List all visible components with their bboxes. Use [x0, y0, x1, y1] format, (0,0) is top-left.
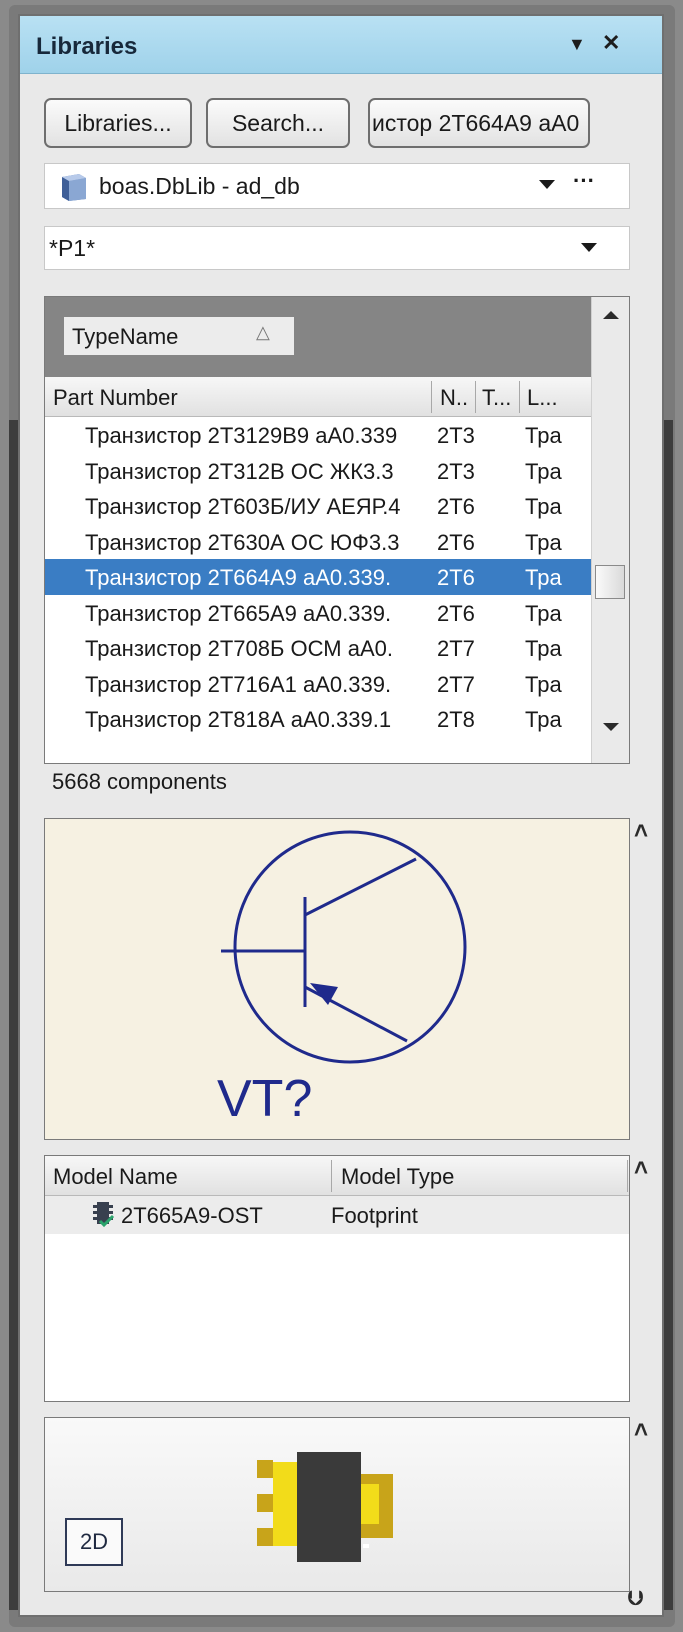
component-count: 5668 components — [52, 769, 227, 794]
window-edge-left — [9, 420, 18, 1610]
part-number-cell: Транзистор 2Т716А1 аА0.339. — [85, 671, 392, 697]
column-divider[interactable] — [519, 381, 520, 413]
library-cell: Тра — [525, 494, 562, 519]
footprint-preview: 2D — [44, 1417, 630, 1592]
database-icon — [62, 174, 86, 201]
model-name: 2Т665А9-OST — [121, 1203, 263, 1228]
search-field[interactable]: истор 2Т664А9 аА0 — [368, 98, 590, 148]
list-item[interactable]: Транзистор 2Т708Б ОСМ аА0. 2Т7 Тра — [45, 630, 591, 666]
group-by-area: TypeName △ — [45, 297, 591, 377]
scrollbar-thumb[interactable] — [595, 565, 625, 599]
more-options-button[interactable]: ··· — [573, 168, 595, 194]
part-number-cell: Транзистор 2Т3129В9 аА0.339 — [85, 423, 398, 448]
panel-titlebar[interactable]: Libraries ▼ ✕ — [20, 16, 662, 74]
n-cell: 2Т6 — [437, 494, 475, 519]
library-cell: Тра — [525, 671, 562, 697]
scroll-down-icon[interactable] — [603, 723, 619, 731]
n-cell: 2Т8 — [437, 707, 475, 732]
chevron-down-icon[interactable] — [581, 243, 597, 252]
library-cell: Тра — [525, 707, 562, 732]
n-cell: 2Т3 — [437, 423, 475, 448]
column-model-name[interactable]: Model Name — [53, 1164, 178, 1190]
filter-select-value: *P1* — [49, 235, 96, 261]
group-by-chip[interactable]: TypeName △ — [64, 317, 294, 355]
column-divider[interactable] — [475, 381, 476, 413]
n-cell: 2Т6 — [437, 565, 475, 590]
symbol-preview: VT? — [44, 818, 630, 1140]
n-cell: 2Т6 — [437, 529, 475, 555]
library-cell: Тра — [525, 423, 562, 448]
library-cell: Тра — [525, 636, 562, 661]
list-item[interactable]: Транзистор 2Т818А аА0.339.1 2Т8 Тра — [45, 701, 591, 737]
transistor-symbol: VT? — [217, 830, 467, 1128]
list-item[interactable]: Транзистор 2Т664А9 аА0.339. 2Т6 Тра — [45, 559, 591, 595]
n-cell: 2Т3 — [437, 458, 475, 484]
part-number-cell: Транзистор 2Т630А ОС ЮФ3.3 — [85, 529, 400, 555]
column-t[interactable]: T... — [482, 385, 511, 411]
library-select[interactable]: boas.DbLib - ad_db ··· — [44, 163, 630, 209]
column-n[interactable]: N.. — [440, 385, 468, 411]
list-item[interactable]: Транзистор 2Т312В ОС ЖК3.3 2Т3 Тра — [45, 453, 591, 489]
n-cell: 2Т7 — [437, 671, 475, 697]
footprint-model-icon — [93, 1202, 115, 1228]
collapse-up-icon[interactable]: ˄ — [634, 1417, 648, 1445]
scroll-more-down-icon[interactable]: ⮋ — [628, 1588, 643, 1611]
column-divider[interactable] — [431, 381, 432, 413]
n-cell: 2Т7 — [437, 636, 475, 661]
list-item[interactable]: Транзистор 2Т603Б/ИУ АЕЯР.4 2Т6 Тра — [45, 488, 591, 524]
library-cell: Тра — [525, 529, 562, 555]
column-part-number[interactable]: Part Number — [53, 385, 178, 411]
library-cell: Тра — [525, 600, 562, 626]
model-row[interactable]: 2Т665А9-OST Footprint — [45, 1196, 629, 1234]
part-number-cell: Транзистор 2Т603Б/ИУ АЕЯР.4 — [85, 494, 401, 519]
scroll-up-icon[interactable] — [603, 311, 619, 319]
close-icon[interactable]: ✕ — [602, 30, 620, 56]
column-l[interactable]: L... — [527, 385, 558, 411]
designator-label: VT? — [217, 1070, 312, 1128]
list-item[interactable]: Транзистор 2Т665А9 аА0.339. 2Т6 Тра — [45, 595, 591, 631]
filter-select[interactable]: *P1* — [44, 226, 630, 270]
footprint-graphic — [257, 1452, 393, 1562]
models-table[interactable]: Model Name Model Type 2Т665А9-OST Footpr… — [44, 1155, 630, 1402]
list-item[interactable]: Транзистор 2Т716А1 аА0.339. 2Т7 Тра — [45, 666, 591, 702]
group-by-label: TypeName — [72, 324, 179, 349]
panel-title: Libraries — [36, 33, 138, 60]
model-type: Footprint — [331, 1203, 418, 1228]
column-divider[interactable] — [331, 1160, 332, 1192]
models-header: Model Name Model Type — [45, 1156, 629, 1196]
chevron-down-icon[interactable] — [539, 180, 555, 189]
panel-menu-icon[interactable]: ▼ — [568, 34, 586, 55]
list-column-header: Part Number N.. T... L... — [45, 377, 591, 417]
part-number-cell: Транзистор 2Т312В ОС ЖК3.3 — [85, 458, 394, 484]
component-list[interactable]: TypeName △ Part Number N.. T... L... Тра… — [44, 296, 630, 764]
part-number-cell: Транзистор 2Т664А9 аА0.339. — [85, 565, 392, 590]
sort-ascending-icon: △ — [256, 322, 270, 342]
search-button[interactable]: Search... — [206, 98, 350, 148]
libraries-button[interactable]: Libraries... — [44, 98, 192, 148]
column-model-type[interactable]: Model Type — [341, 1164, 454, 1190]
part-number-cell: Транзистор 2Т818А аА0.339.1 — [85, 707, 392, 732]
collapse-up-icon[interactable]: ˄ — [634, 1155, 648, 1183]
part-number-cell: Транзистор 2Т665А9 аА0.339. — [85, 600, 392, 626]
collapse-up-icon[interactable]: ˄ — [634, 818, 648, 846]
view-2d-button[interactable]: 2D — [65, 1518, 123, 1566]
list-item[interactable]: Транзистор 2Т3129В9 аА0.339 2Т3 Тра — [45, 417, 591, 453]
library-select-value: boas.DbLib - ad_db — [99, 173, 300, 199]
list-item[interactable]: Транзистор 2Т630А ОС ЮФ3.3 2Т6 Тра — [45, 524, 591, 560]
n-cell: 2Т6 — [437, 600, 475, 626]
window-edge-right — [664, 420, 673, 1610]
part-number-cell: Транзистор 2Т708Б ОСМ аА0. — [85, 636, 393, 661]
library-cell: Тра — [525, 458, 562, 484]
library-cell: Тра — [525, 565, 562, 590]
list-scrollbar[interactable] — [591, 297, 629, 763]
column-divider — [627, 1160, 628, 1192]
